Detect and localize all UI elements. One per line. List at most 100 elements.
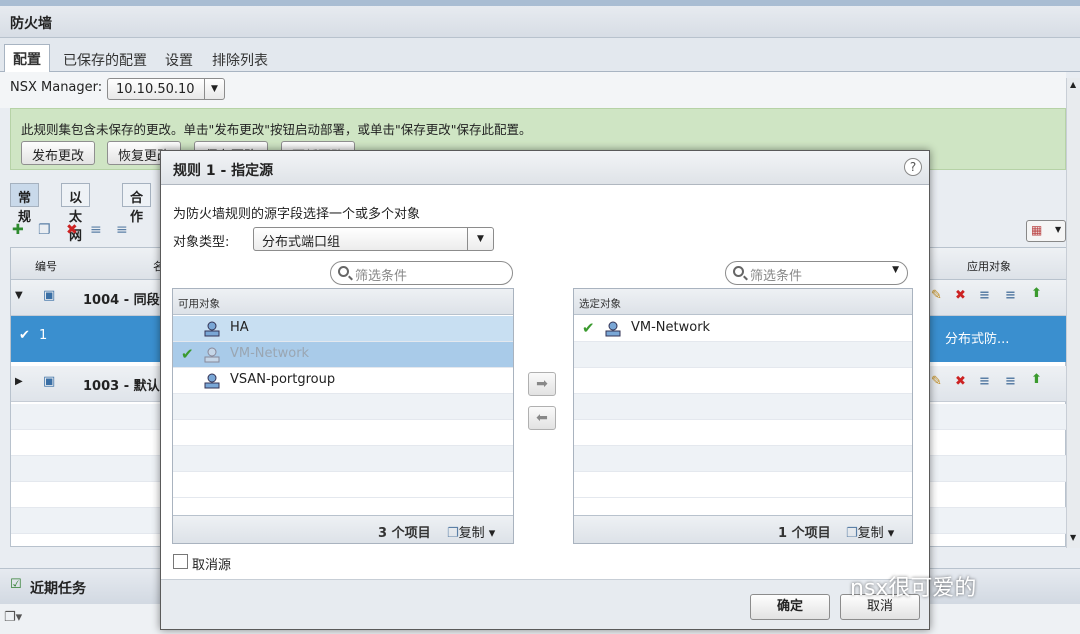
main-tabs: 配置 已保存的配置 设置 排除列表 xyxy=(0,38,1080,73)
rule-status-icon: ✔ xyxy=(19,328,30,343)
rule-number: 1 xyxy=(39,328,48,343)
subtab-partner[interactable]: 合作 xyxy=(122,183,152,225)
publish-icon[interactable]: ⬆ xyxy=(1031,286,1042,301)
object-name: HA xyxy=(230,320,249,335)
window-titlebar: 防火墙 xyxy=(0,6,1080,38)
chevron-down-icon: ▼ xyxy=(467,228,493,250)
cancel-source-checkbox[interactable] xyxy=(173,554,188,569)
port-group-icon xyxy=(604,320,622,338)
move-up-icon[interactable]: ≡ xyxy=(90,222,102,238)
document-icon[interactable]: ❐▾ xyxy=(4,610,22,625)
copy-label: 复制 xyxy=(857,526,884,541)
list-item[interactable]: HA xyxy=(173,316,513,342)
notice-message: 此规则集包含未保存的更改。单击"发布更改"按钮启动部署，或单击"保存更改"保存此… xyxy=(21,122,532,137)
move-down-icon[interactable]: ≡ xyxy=(1005,288,1016,303)
tasks-icon: ☑ xyxy=(10,577,22,592)
copy-button[interactable]: ❐复制 ▾ xyxy=(846,522,894,541)
subtab-general[interactable]: 常规 xyxy=(10,183,40,225)
available-header: 可用对象 xyxy=(173,289,513,315)
empty-row xyxy=(173,394,513,420)
copy-icon: ❐ xyxy=(447,526,459,541)
move-down-icon[interactable]: ≡ xyxy=(1005,374,1016,389)
section-icon: ▣ xyxy=(43,374,56,389)
expand-icon[interactable]: ▶ xyxy=(15,376,23,387)
publish-icon[interactable]: ⬆ xyxy=(1031,372,1042,387)
selected-objects-panel: 选定对象 ✔ VM-Network 1 个项目 ❐复制 ▾ xyxy=(573,288,913,544)
copy-icon: ❐ xyxy=(846,526,858,541)
empty-row xyxy=(574,368,912,394)
object-name: VM-Network xyxy=(230,346,310,361)
object-type-value: 分布式端口组 xyxy=(262,235,341,250)
move-down-icon[interactable]: ≡ xyxy=(116,222,128,238)
section-icon: ▣ xyxy=(43,288,56,303)
collapse-icon[interactable]: ▼ xyxy=(15,290,23,301)
ok-button[interactable]: 确定 xyxy=(750,594,830,620)
nsx-manager-value: 10.10.50.10 xyxy=(116,82,195,97)
add-icon[interactable]: ✚ xyxy=(12,222,24,238)
selected-header: 选定对象 xyxy=(574,289,912,315)
search-icon xyxy=(733,266,744,277)
chevron-down-icon[interactable]: ▼ xyxy=(892,265,899,275)
scroll-up-icon[interactable]: ▲ xyxy=(1070,80,1076,89)
col-number: 编号 xyxy=(35,260,57,273)
scroll-down-icon[interactable]: ▼ xyxy=(1070,533,1076,542)
rule-applied-to: 分布式防... xyxy=(945,332,1010,347)
port-group-icon xyxy=(203,346,221,364)
empty-row xyxy=(173,472,513,498)
filter-placeholder: 筛选条件 xyxy=(355,269,408,284)
empty-row xyxy=(173,446,513,472)
dialog-title: 规则 1 - 指定源 xyxy=(173,163,274,179)
arrow-left-icon: ⬅ xyxy=(536,410,548,426)
delete-icon[interactable]: ✖ xyxy=(66,222,78,238)
tab-exclusion-list[interactable]: 排除列表 xyxy=(204,46,276,72)
port-group-icon xyxy=(203,372,221,390)
edit-icon[interactable]: ✎ xyxy=(931,288,942,303)
column-chooser-icon[interactable]: ▦ ▼ xyxy=(1026,220,1066,242)
section-title: 1003 - 默认I xyxy=(83,379,165,394)
object-name: VSAN-portgroup xyxy=(230,372,336,387)
nsx-manager-row: NSX Manager: 10.10.50.10 ▼ xyxy=(0,72,1066,108)
copy-icon[interactable]: ❐ xyxy=(38,222,51,238)
nsx-manager-label: NSX Manager: xyxy=(10,80,103,95)
page-scrollbar[interactable]: ▲ ▼ xyxy=(1066,78,1080,548)
delete-icon[interactable]: ✖ xyxy=(955,374,966,389)
selected-filter-input[interactable]: 筛选条件 ▼ xyxy=(725,261,908,285)
edit-icon[interactable]: ✎ xyxy=(931,374,942,389)
list-item[interactable]: ✔ VM-Network xyxy=(574,316,912,342)
tab-settings[interactable]: 设置 xyxy=(157,46,201,72)
available-filter-input[interactable]: 筛选条件 xyxy=(330,261,513,285)
recent-tasks-title: 近期任务 xyxy=(30,581,86,597)
empty-row xyxy=(574,394,912,420)
tab-config[interactable]: 配置 xyxy=(4,44,50,73)
list-item[interactable]: VSAN-portgroup xyxy=(173,368,513,394)
list-item[interactable]: ✔ VM-Network xyxy=(173,342,513,368)
move-right-button[interactable]: ➡ xyxy=(528,372,556,396)
search-icon xyxy=(338,266,349,277)
cancel-source-label: 取消源 xyxy=(192,558,232,573)
empty-row xyxy=(574,342,912,368)
nsx-manager-select[interactable]: 10.10.50.10 ▼ xyxy=(107,78,225,100)
publish-changes-button[interactable]: 发布更改 xyxy=(21,141,96,165)
empty-row xyxy=(173,420,513,446)
section-title: 1004 - 同段V xyxy=(83,293,170,308)
move-left-button[interactable]: ⬅ xyxy=(528,406,556,430)
move-up-icon[interactable]: ≡ xyxy=(979,288,990,303)
subtab-ethernet[interactable]: 以太网 xyxy=(61,183,91,244)
check-icon: ✔ xyxy=(582,319,595,337)
empty-row xyxy=(574,446,912,472)
available-count: 3 个项目 xyxy=(378,526,431,541)
empty-row xyxy=(574,420,912,446)
tab-saved-config[interactable]: 已保存的配置 xyxy=(55,46,155,72)
copy-label: 复制 xyxy=(458,526,485,541)
dialog-footer: 确定 取消 xyxy=(161,579,929,629)
object-type-select[interactable]: 分布式端口组 ▼ xyxy=(253,227,494,251)
copy-button[interactable]: ❐复制 ▾ xyxy=(447,522,495,541)
move-up-icon[interactable]: ≡ xyxy=(979,374,990,389)
available-objects-panel: 可用对象 HA ✔ VM-Network VSAN-portgroup 3 个项… xyxy=(172,288,514,544)
delete-icon[interactable]: ✖ xyxy=(955,288,966,303)
specify-source-dialog: 规则 1 - 指定源 ? 为防火墙规则的源字段选择一个或多个对象 对象类型: 分… xyxy=(160,150,930,630)
selected-footer: 1 个项目 ❐复制 ▾ xyxy=(574,515,912,543)
filter-placeholder: 筛选条件 xyxy=(750,269,803,284)
help-icon[interactable]: ? xyxy=(904,158,922,176)
col-applied-to: 应用对象 xyxy=(967,260,1011,273)
